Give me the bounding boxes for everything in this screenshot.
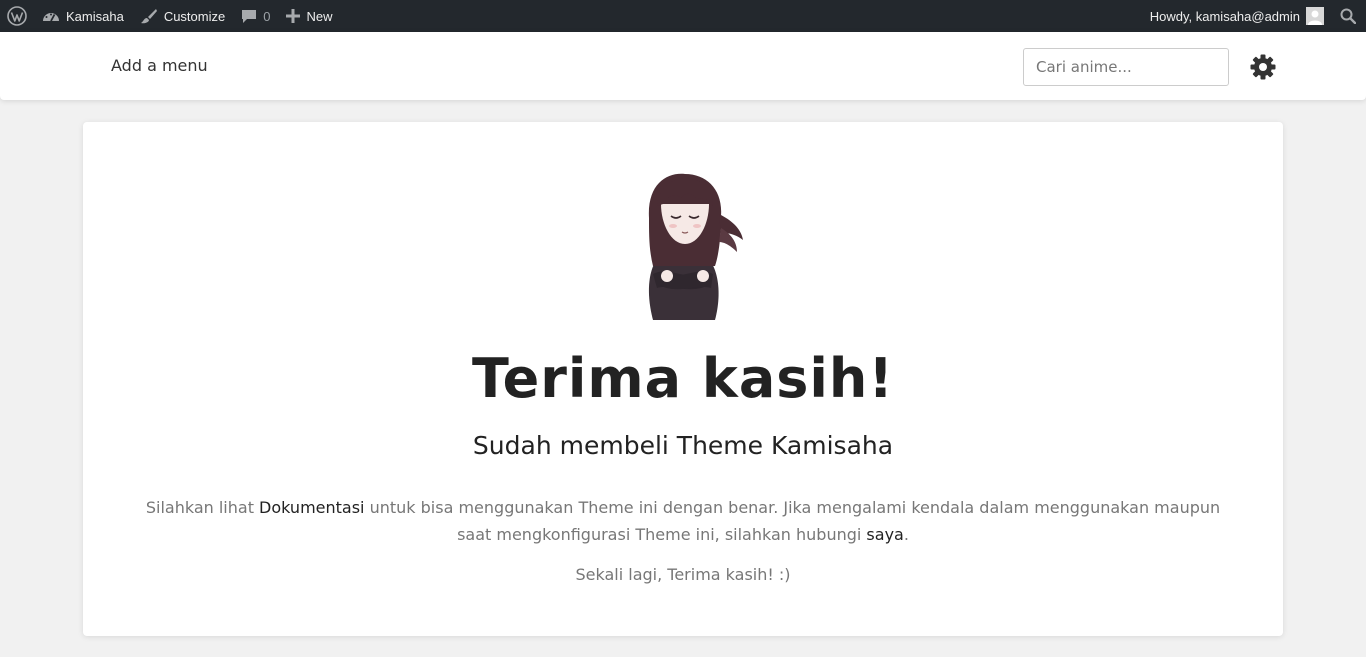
admin-bar: Kamisaha Customize 0 New Howdy, kamisaha… <box>0 0 1366 32</box>
wordpress-logo-button[interactable] <box>0 0 34 32</box>
gear-icon <box>1250 54 1276 84</box>
howdy-label: Howdy, kamisaha@admin <box>1149 8 1300 24</box>
description-part-2: untuk bisa menggunakan Theme ini dengan … <box>364 498 1221 544</box>
anime-girl-illustration <box>623 170 753 320</box>
contact-link[interactable]: saya <box>866 525 903 544</box>
comment-bubble-icon <box>241 8 257 24</box>
admin-bar-right: Howdy, kamisaha@admin <box>1142 0 1366 32</box>
comments-link[interactable]: 0 <box>233 0 278 32</box>
new-label: New <box>306 8 333 24</box>
page-title: Terima kasih! <box>471 347 894 410</box>
customize-label: Customize <box>163 8 226 24</box>
site-name-link[interactable]: Kamisaha <box>34 0 132 32</box>
customize-link[interactable]: Customize <box>132 0 233 32</box>
admin-search-button[interactable] <box>1332 0 1366 32</box>
comments-count: 0 <box>263 8 271 24</box>
description-part-1: Silahkan lihat <box>145 498 260 517</box>
search-icon <box>1340 8 1356 24</box>
site-header: Add a menu <box>0 32 1366 100</box>
add-menu-link[interactable]: Add a menu <box>111 56 208 75</box>
documentation-link[interactable]: Dokumentasi <box>259 498 364 517</box>
site-name-label: Kamisaha <box>66 8 124 24</box>
settings-button[interactable] <box>1250 54 1276 80</box>
account-menu[interactable]: Howdy, kamisaha@admin <box>1142 0 1332 32</box>
paintbrush-icon <box>140 7 158 25</box>
wordpress-logo-icon <box>7 6 27 26</box>
thank-you-card: Terima kasih! Sudah membeli Theme Kamisa… <box>83 122 1283 636</box>
admin-bar-left: Kamisaha Customize 0 New <box>0 0 340 32</box>
dashboard-gauge-icon <box>42 8 60 24</box>
description-text: Silahkan lihat Dokumentasi untuk bisa me… <box>138 494 1228 548</box>
description-part-3: . <box>903 525 909 544</box>
page-subtitle: Sudah membeli Theme Kamisaha <box>472 431 894 460</box>
avatar <box>1306 7 1324 25</box>
closing-text: Sekali lagi, Terima kasih! :) <box>575 565 791 584</box>
new-content-link[interactable]: New <box>278 0 340 32</box>
plus-icon <box>286 9 301 23</box>
search-input[interactable] <box>1023 48 1229 86</box>
